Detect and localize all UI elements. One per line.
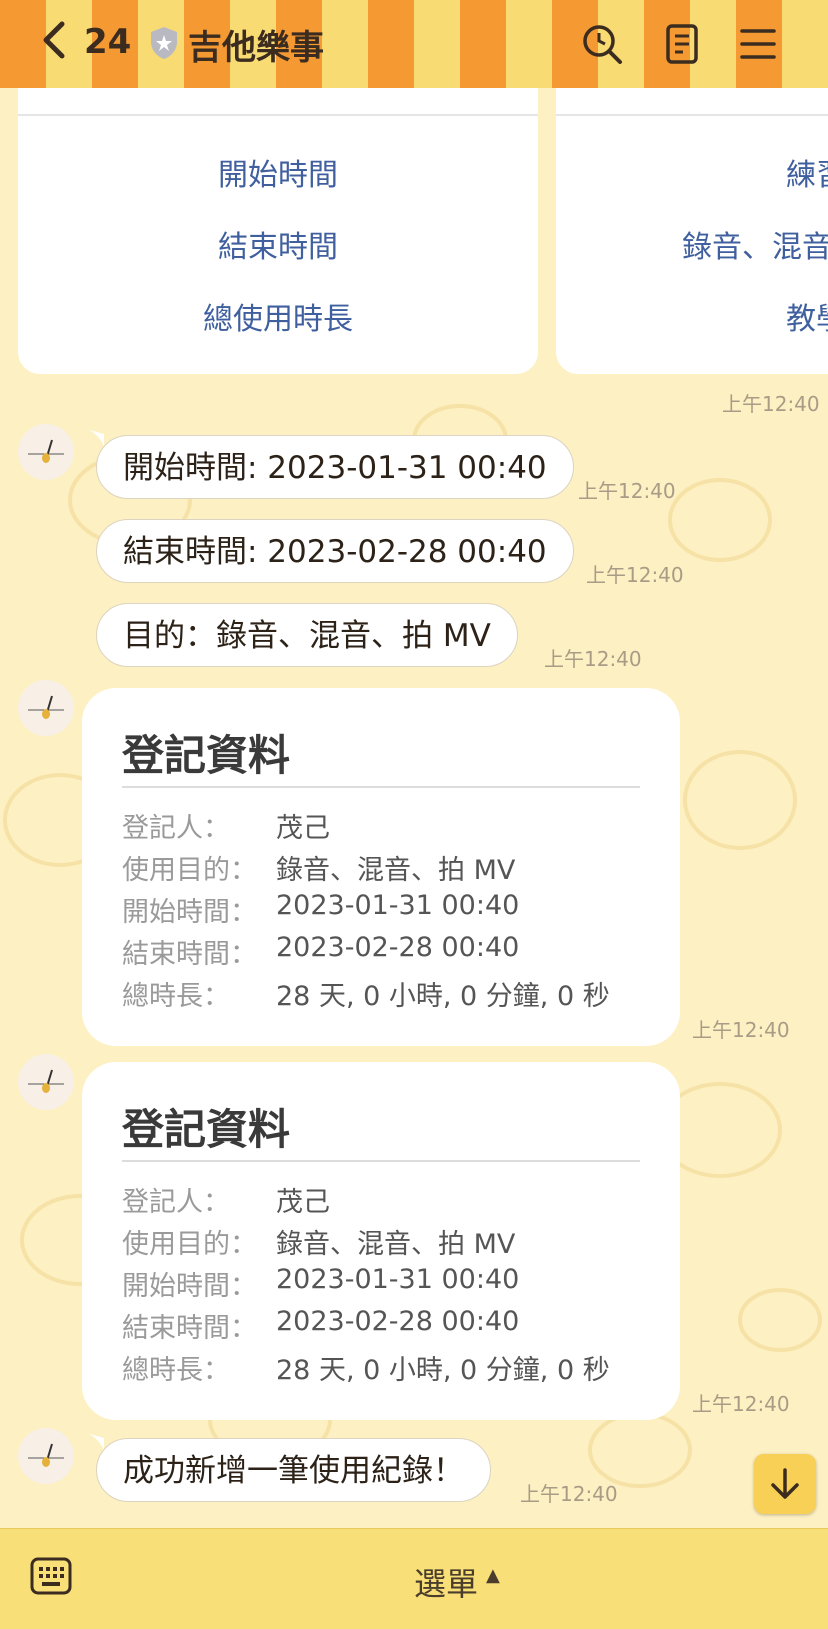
bot-avatar[interactable] — [18, 1428, 74, 1484]
carousel-card-left: 開始時間 結束時間 總使用時長 — [18, 88, 538, 374]
record-key: 總時長： — [122, 981, 230, 1012]
guitar-logo-icon — [28, 695, 64, 719]
back-button[interactable] — [40, 20, 80, 64]
message-bubble[interactable]: 開始時間: 2023-01-31 00:40 — [96, 435, 574, 499]
bot-avatar[interactable] — [18, 424, 74, 480]
menu-button[interactable] — [736, 22, 780, 66]
notes-button[interactable] — [660, 22, 704, 66]
record-key: 總時長： — [122, 1355, 230, 1386]
record-value: 28 天, 0 小時, 0 分鐘, 0 秒 — [276, 981, 610, 1012]
record-card[interactable]: 登記資料 登記人： 茂己 使用目的： 錄音、混音、拍 MV 開始時間： 2023… — [82, 688, 680, 1046]
option-teaching[interactable]: 教學 — [786, 294, 828, 338]
record-value: 28 天, 0 小時, 0 分鐘, 0 秒 — [276, 1355, 610, 1386]
chevron-left-icon — [43, 21, 65, 59]
record-key: 登記人： — [122, 813, 230, 844]
record-value: 茂己 — [276, 813, 330, 844]
option-start-time[interactable]: 開始時間 — [18, 150, 538, 194]
rich-menu-bar: 選單 ▲ — [0, 1528, 828, 1629]
record-divider — [122, 1160, 640, 1162]
card-divider — [556, 114, 828, 116]
rich-menu-toggle[interactable]: 選單 — [414, 1559, 478, 1605]
record-title: 登記資料 — [122, 731, 291, 780]
record-key: 開始時間： — [122, 897, 257, 928]
caret-up-icon[interactable]: ▲ — [486, 1565, 500, 1586]
option-end-time[interactable]: 結束時間 — [18, 222, 538, 266]
record-value: 2023-02-28 00:40 — [276, 1306, 520, 1337]
guitar-logo-icon — [28, 439, 64, 463]
search-history-button[interactable] — [580, 22, 624, 66]
record-key: 登記人： — [122, 1187, 230, 1218]
notes-icon — [666, 24, 698, 64]
record-value: 2023-02-28 00:40 — [276, 932, 520, 963]
record-value: 2023-01-31 00:40 — [276, 890, 520, 921]
record-divider — [122, 786, 640, 788]
message-timestamp: 上午12:40 — [520, 1482, 618, 1506]
record-value: 茂己 — [276, 1187, 330, 1218]
menu-icon — [740, 29, 776, 59]
message-bubble[interactable]: 目的：錄音、混音、拍 MV — [96, 603, 518, 667]
chat-area[interactable]: 開始時間 結束時間 總使用時長 練習 錄音、混音 教學 上午12:40 開始時間… — [0, 88, 828, 1528]
search-history-icon — [583, 25, 622, 64]
record-value: 錄音、混音、拍 MV — [276, 855, 516, 886]
record-value: 2023-01-31 00:40 — [276, 1264, 520, 1295]
bot-avatar[interactable] — [18, 680, 74, 736]
record-key: 結束時間： — [122, 939, 257, 970]
keyboard-icon[interactable] — [30, 1555, 72, 1597]
option-recording-mixing[interactable]: 錄音、混音 — [682, 222, 828, 266]
record-card[interactable]: 登記資料 登記人： 茂己 使用目的： 錄音、混音、拍 MV 開始時間： 2023… — [82, 1062, 680, 1420]
arrow-down-icon — [771, 1468, 799, 1499]
card-divider — [18, 114, 538, 116]
message-timestamp: 上午12:40 — [692, 1392, 790, 1416]
message-timestamp: 上午12:40 — [586, 563, 684, 587]
bubble-tail — [82, 428, 104, 446]
record-key: 使用目的： — [122, 1229, 257, 1260]
message-bubble[interactable]: 結束時間: 2023-02-28 00:40 — [96, 519, 574, 583]
option-total-duration[interactable]: 總使用時長 — [18, 294, 538, 338]
guitar-logo-icon — [28, 1069, 64, 1093]
record-key: 結束時間： — [122, 1313, 257, 1344]
record-key: 使用目的： — [122, 855, 257, 886]
guitar-logo-icon — [28, 1443, 64, 1467]
message-timestamp: 上午12:40 — [544, 647, 642, 671]
record-title: 登記資料 — [122, 1105, 291, 1154]
record-key: 開始時間： — [122, 1271, 257, 1302]
unread-count: 24 — [84, 22, 132, 62]
bot-avatar[interactable] — [18, 1054, 74, 1110]
chat-title: 吉他樂事 — [188, 28, 324, 68]
bubble-tail — [82, 1432, 104, 1450]
carousel-card-right: 練習 錄音、混音 教學 — [556, 88, 828, 374]
chat-header: 24 吉他樂事 — [0, 0, 828, 88]
option-practice[interactable]: 練習 — [786, 150, 828, 194]
message-timestamp: 上午12:40 — [722, 392, 820, 416]
scroll-to-bottom-button[interactable] — [754, 1454, 816, 1514]
verified-shield-icon — [151, 27, 177, 59]
message-bubble[interactable]: 成功新增一筆使用紀錄！ — [96, 1438, 491, 1502]
message-timestamp: 上午12:40 — [692, 1018, 790, 1042]
record-value: 錄音、混音、拍 MV — [276, 1229, 516, 1260]
message-timestamp: 上午12:40 — [578, 479, 676, 503]
